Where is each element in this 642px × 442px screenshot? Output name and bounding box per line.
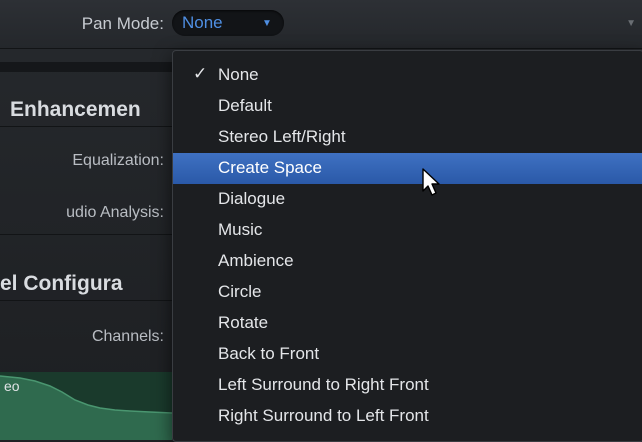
triangle-down-icon: ▼ (626, 18, 636, 29)
divider (0, 234, 172, 235)
triangle-down-icon: ▼ (262, 18, 272, 29)
channel-configuration-title: el Configura (0, 272, 123, 295)
divider (0, 300, 172, 301)
menu-item-ambience[interactable]: Ambience (173, 246, 642, 277)
mouse-pointer-icon (422, 168, 440, 196)
pan-mode-label: Pan Mode: (81, 14, 164, 33)
equalization-label: Equalization: (72, 152, 164, 169)
menu-item-right-surround-to-left-front[interactable]: Right Surround to Left Front (173, 401, 642, 432)
pan-mode-row: Pan Mode: None ▼ ▼ (0, 0, 642, 49)
waveform-label: eo (4, 378, 20, 394)
audio-analysis-label: udio Analysis: (66, 204, 164, 221)
menu-item-create-space[interactable]: Create Space (173, 153, 642, 184)
channels-label: Channels: (91, 328, 164, 345)
menu-item-none[interactable]: ✓ None (173, 60, 642, 91)
menu-item-back-to-front[interactable]: Back to Front (173, 339, 642, 370)
menu-item-rotate[interactable]: Rotate (173, 308, 642, 339)
enhancements-title: Enhancemen (10, 98, 141, 121)
menu-item-stereo-left-right[interactable]: Stereo Left/Right (173, 122, 642, 153)
pan-mode-popup[interactable]: None ▼ (172, 10, 284, 36)
menu-item-circle[interactable]: Circle (173, 277, 642, 308)
menu-item-default[interactable]: Default (173, 91, 642, 122)
divider (0, 126, 172, 127)
menu-item-dialogue[interactable]: Dialogue (173, 184, 642, 215)
pan-mode-menu: ✓ None Default Stereo Left/Right Create … (172, 50, 642, 442)
menu-item-music[interactable]: Music (173, 215, 642, 246)
checkmark-icon: ✓ (193, 64, 208, 83)
section-divider (0, 62, 172, 72)
audio-waveform: eo (0, 372, 172, 440)
menu-item-left-surround-to-right-front[interactable]: Left Surround to Right Front (173, 370, 642, 401)
pan-mode-value: None (182, 13, 223, 32)
